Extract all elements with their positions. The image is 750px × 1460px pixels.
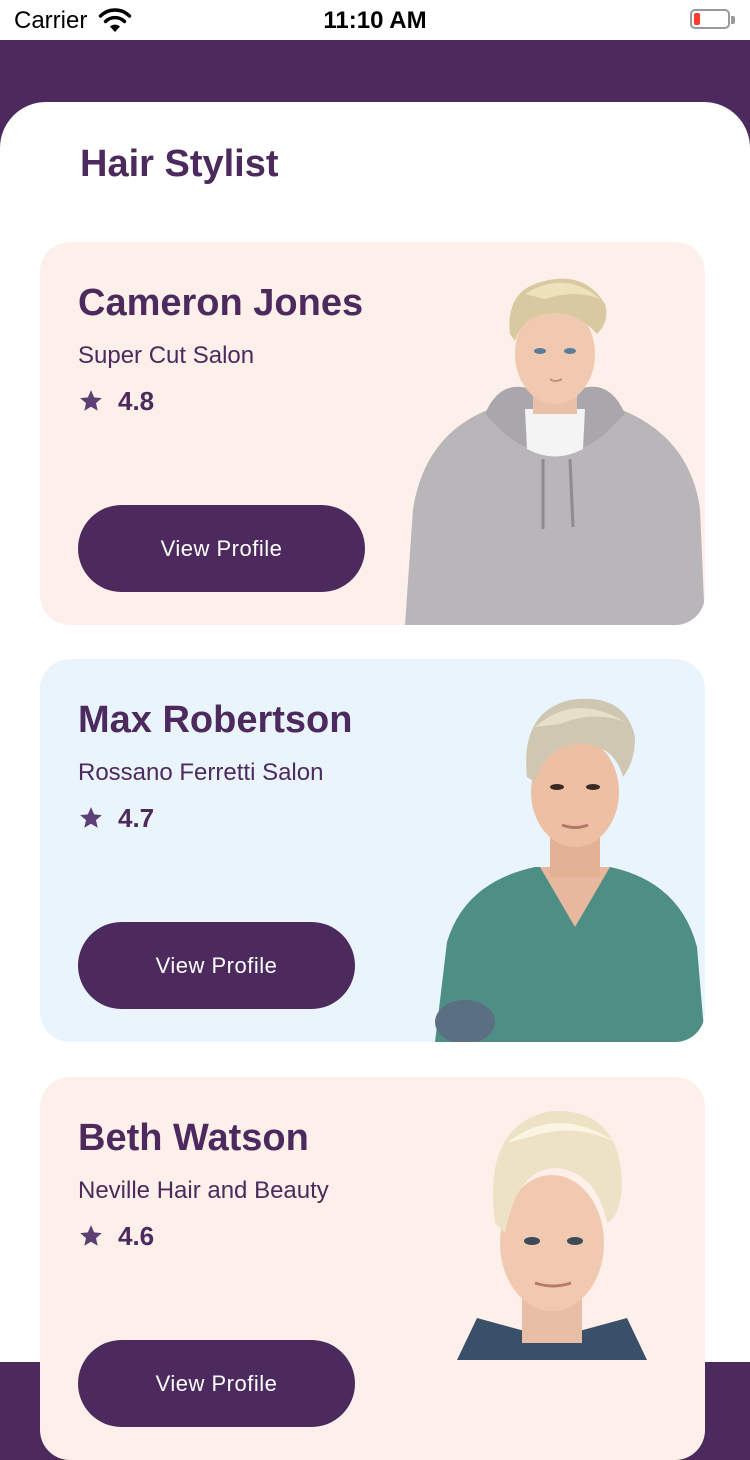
rating: 4.7 [78,803,154,833]
view-profile-button[interactable]: View Profile [78,505,365,592]
status-bar: Carrier 11:10 AM [0,0,750,40]
rating-value: 4.8 [118,385,155,416]
star-icon [80,390,102,411]
view-profile-button[interactable]: View Profile [78,1340,355,1427]
stylist-photo [457,1110,647,1360]
stylist-card[interactable]: Max Robertson Rossano Ferretti Salon 4.7… [40,659,705,1042]
rating-value: 4.6 [118,1220,155,1251]
rating: 4.6 [78,1221,154,1251]
stylist-photo [405,278,705,625]
star-icon [80,807,102,828]
status-time: 11:10 AM [323,7,427,34]
salon-name: Rossano Ferretti Salon [78,759,324,786]
salon-name: Neville Hair and Beauty [78,1177,329,1204]
stylist-card[interactable]: Cameron Jones Super Cut Salon 4.8 View P… [40,242,705,625]
stylist-photo [435,698,705,1042]
stylist-name: Cameron Jones [78,282,364,324]
salon-name: Super Cut Salon [78,342,255,369]
rating: 4.8 [78,386,154,416]
stylist-name: Max Robertson [78,699,353,741]
battery-low-icon [690,9,736,31]
stylist-name: Beth Watson [78,1117,309,1159]
stylist-card[interactable]: Beth Watson Neville Hair and Beauty 4.6 … [40,1077,705,1460]
page-title: Hair Stylist [80,143,279,185]
rating-value: 4.7 [118,802,155,833]
view-profile-button[interactable]: View Profile [78,922,355,1009]
star-icon [80,1225,102,1246]
